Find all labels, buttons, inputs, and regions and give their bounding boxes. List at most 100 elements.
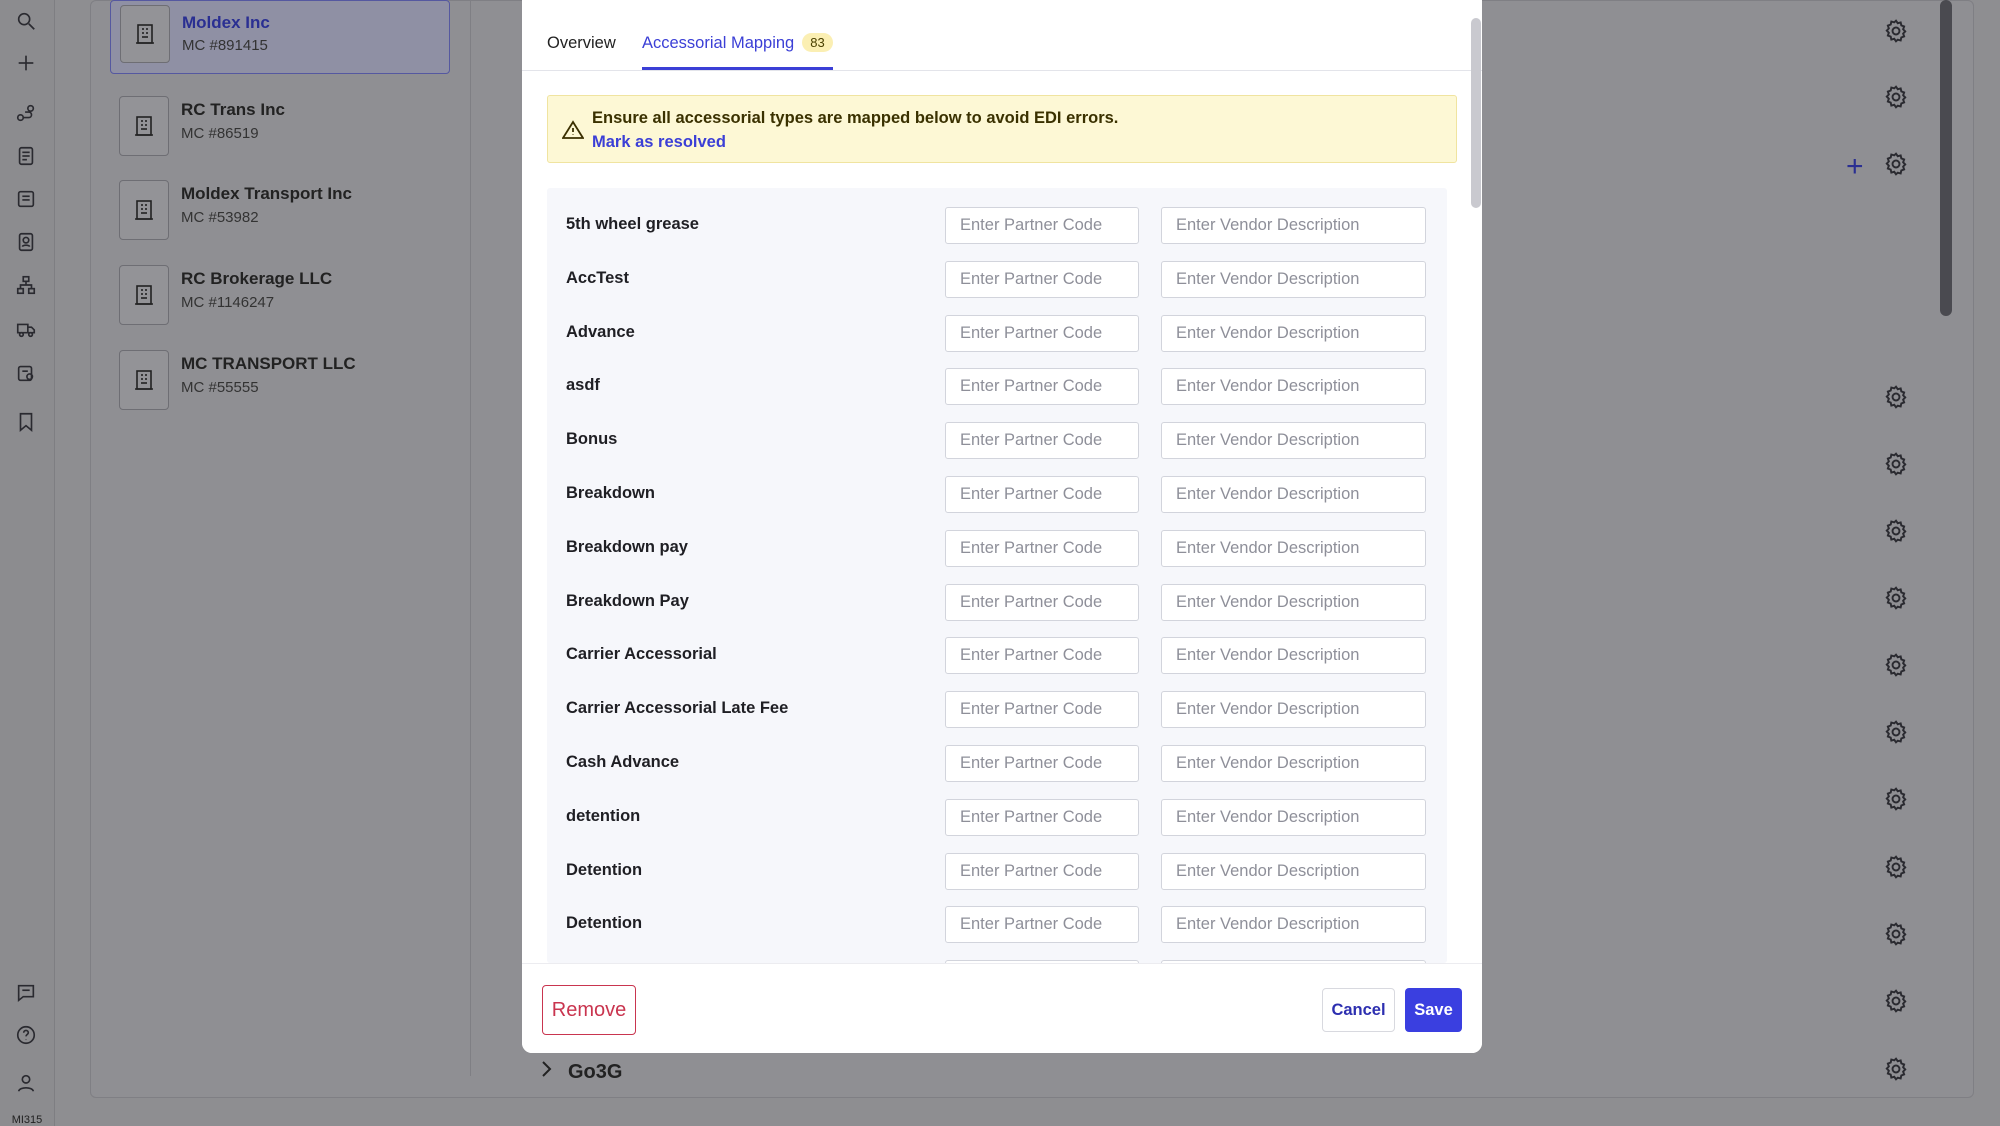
modal-scrollbar[interactable] — [1471, 18, 1481, 208]
contacts-icon[interactable] — [13, 229, 39, 255]
building-icon — [120, 5, 170, 63]
remove-button[interactable]: Remove — [542, 985, 636, 1035]
gear-icon[interactable] — [1883, 652, 1909, 678]
mapping-row: 5th wheel grease — [547, 207, 1447, 261]
mapping-row: Carrier Accessorial Late Fee — [547, 691, 1447, 745]
user-icon[interactable] — [13, 1070, 39, 1096]
vendor-description-input[interactable] — [1161, 422, 1426, 460]
save-button[interactable]: Save — [1405, 988, 1462, 1032]
vendor-description-input[interactable] — [1161, 529, 1426, 567]
tab-accessorial-mapping[interactable]: Accessorial Mapping 83 — [642, 33, 833, 70]
vendor-description-input[interactable] — [1161, 476, 1426, 513]
accessorial-label: AccTest — [566, 268, 629, 287]
mark-as-resolved-link[interactable]: Mark as resolved — [592, 133, 726, 152]
partner-code-input[interactable] — [945, 637, 1139, 675]
gear-icon[interactable] — [1883, 719, 1909, 745]
partner-code-input[interactable] — [945, 314, 1139, 352]
alert-message: Ensure all accessorial types are mapped … — [592, 109, 1119, 127]
gear-icon[interactable] — [1883, 151, 1909, 177]
company-item[interactable]: Moldex Transport Inc MC #53982 — [110, 168, 440, 240]
modal-footer: Remove Cancel Save — [522, 963, 1482, 1053]
invoice-icon[interactable] — [13, 186, 39, 212]
vendor-description-input[interactable] — [1161, 691, 1426, 729]
vendor-description-input[interactable] — [1161, 368, 1426, 406]
partner-code-input[interactable] — [945, 260, 1139, 298]
vendor-description-input[interactable] — [1161, 314, 1426, 352]
mapping-row: Detention — [547, 852, 1447, 907]
group-row[interactable]: Go3G — [540, 1060, 622, 1084]
accessorial-label: Advance — [566, 322, 635, 341]
cancel-button[interactable]: Cancel — [1322, 988, 1395, 1032]
accessorial-label: Breakdown pay — [566, 537, 688, 556]
truck-icon[interactable] — [13, 316, 39, 342]
gear-icon[interactable] — [1883, 854, 1909, 880]
company-mc: MC #1146247 — [181, 294, 275, 311]
vendor-description-input[interactable] — [1161, 637, 1426, 675]
company-item[interactable]: RC Trans Inc MC #86519 — [110, 84, 440, 156]
gear-icon[interactable] — [1883, 786, 1909, 812]
partner-code-input[interactable] — [945, 906, 1139, 944]
building-icon — [119, 350, 169, 410]
gear-icon[interactable] — [1883, 988, 1909, 1014]
hierarchy-icon[interactable] — [13, 272, 39, 298]
vendor-description-input[interactable] — [1161, 906, 1426, 944]
partner-code-input[interactable] — [945, 368, 1139, 406]
partner-code-input[interactable] — [945, 476, 1139, 513]
page-scrollbar[interactable] — [1940, 0, 1952, 316]
vendor-description-input[interactable] — [1161, 207, 1426, 244]
company-item[interactable]: MC TRANSPORT LLC MC #55555 — [110, 338, 440, 410]
gear-icon[interactable] — [1883, 451, 1909, 477]
vendor-description-input[interactable] — [1161, 745, 1426, 782]
tab-overview[interactable]: Overview — [547, 34, 616, 70]
partner-code-input[interactable] — [945, 798, 1139, 836]
partner-code-input[interactable] — [945, 691, 1139, 729]
gear-icon[interactable] — [1883, 921, 1909, 947]
vendor-description-input[interactable] — [1161, 798, 1426, 836]
company-item[interactable]: Moldex Inc MC #891415 — [110, 0, 450, 74]
gear-icon[interactable] — [1883, 18, 1909, 44]
partner-code-input[interactable] — [945, 583, 1139, 621]
gear-icon[interactable] — [1883, 384, 1909, 410]
company-mc: MC #55555 — [181, 379, 259, 396]
mapping-row: Detention — [547, 906, 1447, 960]
gear-icon[interactable] — [1883, 84, 1909, 110]
group-label: Go3G — [568, 1060, 623, 1083]
warning-alert: Ensure all accessorial types are mapped … — [547, 95, 1457, 163]
partner-code-input[interactable] — [945, 852, 1139, 890]
settings-doc-icon[interactable] — [13, 360, 39, 386]
route-icon[interactable] — [13, 100, 39, 126]
accessorial-label: detention — [566, 806, 641, 825]
gear-icon[interactable] — [1883, 518, 1909, 544]
gear-icon[interactable] — [1883, 1056, 1909, 1082]
partner-code-input[interactable] — [945, 422, 1139, 460]
accessorial-label: Carrier Accessorial Late Fee — [566, 699, 789, 718]
plus-icon[interactable] — [13, 50, 39, 76]
mapping-row: Bonus — [547, 422, 1447, 476]
accessorial-label: Cash Advance — [566, 753, 680, 771]
help-icon[interactable] — [13, 1022, 39, 1048]
partner-code-input[interactable] — [945, 529, 1139, 567]
company-name: RC Brokerage LLC — [181, 269, 333, 288]
partner-code-input[interactable] — [945, 207, 1139, 244]
mapping-row: Breakdown — [547, 476, 1447, 530]
vendor-description-input[interactable] — [1161, 852, 1426, 890]
mapping-row: Carrier Accessorial — [547, 637, 1447, 691]
mapping-list: 5th wheel grease AccTest Advance asdf Bonus B… — [547, 188, 1447, 963]
mapping-row: detention — [547, 798, 1447, 853]
vendor-description-input[interactable] — [1161, 260, 1426, 298]
document-icon[interactable] — [13, 143, 39, 169]
chat-icon[interactable] — [13, 980, 39, 1006]
company-mc: MC #86519 — [181, 125, 259, 142]
search-icon[interactable] — [13, 8, 39, 34]
accessorial-label: asdf — [566, 376, 600, 395]
bookmark-icon[interactable] — [13, 409, 39, 435]
partner-code-input[interactable] — [945, 745, 1139, 782]
tab-label: Accessorial Mapping — [642, 34, 795, 52]
company-item[interactable]: RC Brokerage LLC MC #1146247 — [110, 253, 440, 325]
add-icon[interactable]: + — [1846, 152, 1864, 182]
vendor-description-input[interactable] — [1161, 583, 1426, 621]
company-name: Moldex Transport Inc — [181, 184, 352, 203]
chevron-right-icon — [540, 1060, 552, 1084]
mapping-row: asdf — [547, 368, 1447, 422]
gear-icon[interactable] — [1883, 585, 1909, 611]
